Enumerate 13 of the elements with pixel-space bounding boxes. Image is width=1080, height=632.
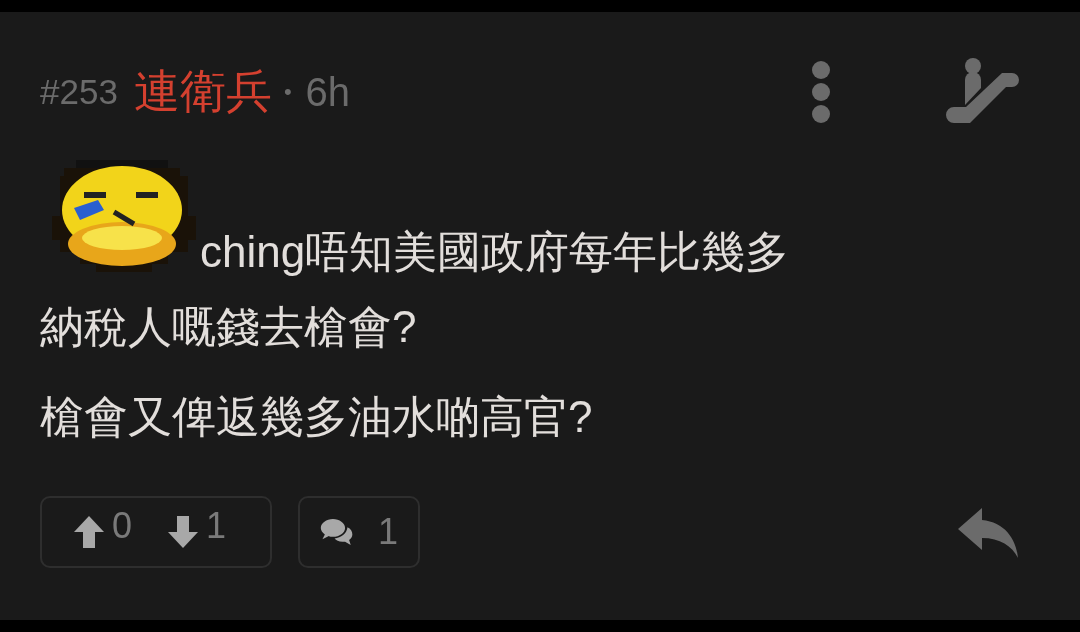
upvote-icon[interactable] bbox=[72, 514, 106, 550]
post-text-line: 槍會又俾返幾多油水啲高官? bbox=[40, 391, 594, 443]
downvote-icon[interactable] bbox=[166, 514, 201, 550]
post-number: #253 bbox=[40, 72, 118, 112]
post-text-line: 納稅人嘅錢去槍會? bbox=[40, 301, 418, 353]
reply-icon[interactable] bbox=[956, 506, 1020, 558]
author-name[interactable]: 連衛兵 bbox=[133, 61, 272, 123]
downvote-count: 1 bbox=[206, 505, 227, 547]
post-time: 6h bbox=[305, 69, 351, 115]
separator-dot: • bbox=[283, 79, 292, 105]
comment-button[interactable]: 1 bbox=[298, 496, 420, 568]
post-text-line: ching唔知美國政府每年比幾多 bbox=[200, 226, 790, 278]
upvote-count: 0 bbox=[112, 505, 133, 547]
